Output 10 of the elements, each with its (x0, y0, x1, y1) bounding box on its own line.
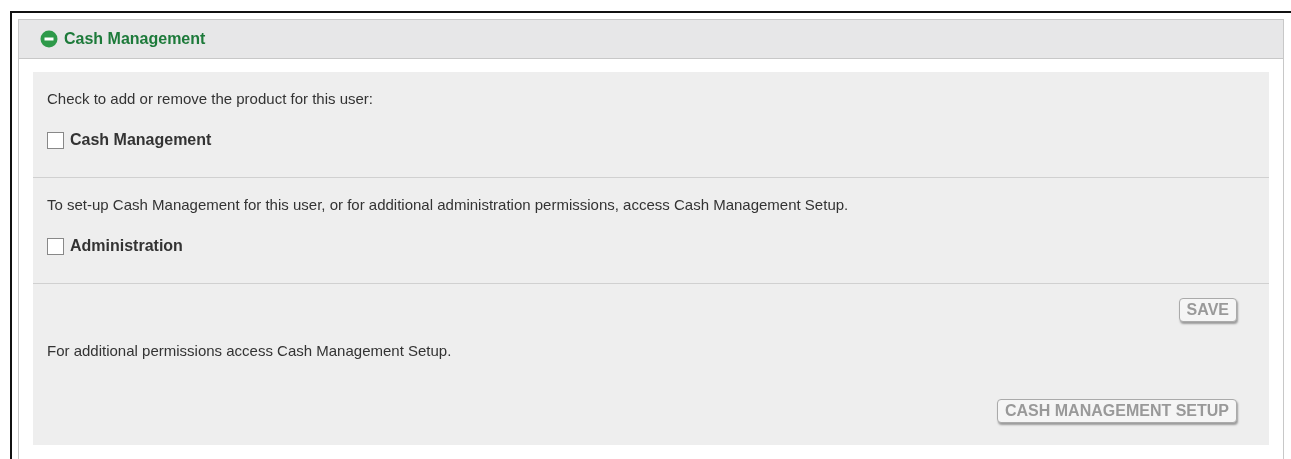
collapse-icon[interactable] (40, 30, 58, 48)
panel-header[interactable]: Cash Management (19, 20, 1283, 59)
checkbox[interactable] (47, 237, 64, 255)
checkbox-label[interactable]: Cash Management (70, 131, 212, 149)
instruction-text: For additional permissions access Cash Management Setup. (47, 342, 453, 359)
checkbox[interactable] (47, 131, 64, 149)
checkbox-label[interactable]: Administration (70, 237, 183, 255)
instruction-text: To set-up Cash Management for this user, or for additional administration permissions, access Cash Management Setup. (47, 196, 850, 213)
panel-title: Cash Management (64, 30, 206, 48)
instruction-text: Check to add or remove the product for this user: (47, 90, 374, 107)
